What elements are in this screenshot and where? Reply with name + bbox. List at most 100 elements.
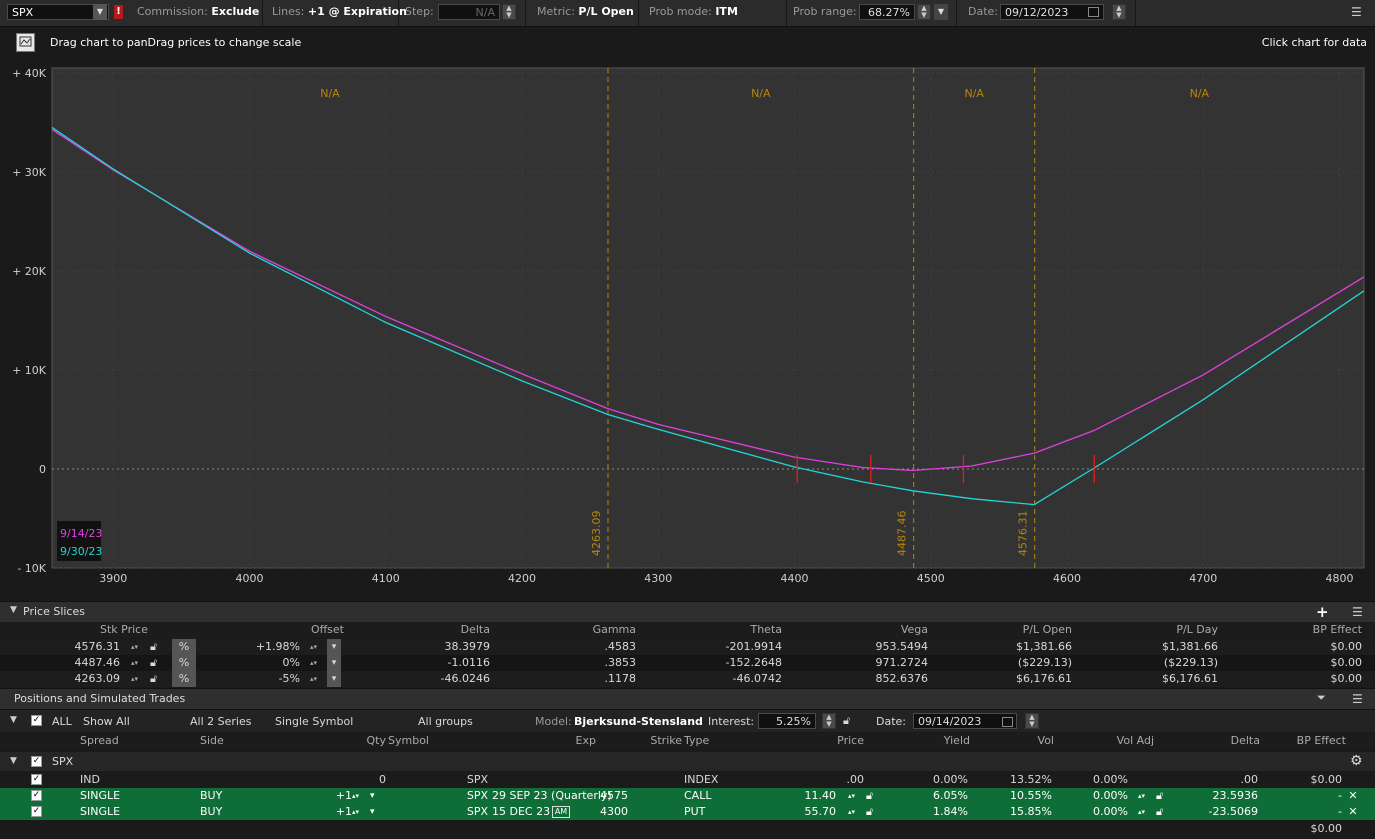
probrange-dropdown-icon[interactable]: ▼ — [934, 4, 948, 20]
step-spinner[interactable]: ▲ ▼ — [502, 4, 516, 20]
show-all-dropdown[interactable]: Show All — [83, 715, 130, 728]
sim-date-spinner[interactable]: ▲ ▼ — [1025, 713, 1039, 729]
position-checkbox[interactable]: ✓ — [31, 806, 42, 817]
position-strike[interactable] — [600, 772, 680, 788]
slice-lock-icon[interactable]: 🔓︎ — [150, 655, 162, 671]
slice-offset-dropdown[interactable]: ▾ — [327, 655, 341, 671]
slice-offset[interactable]: -5% — [200, 671, 300, 687]
position-type[interactable]: CALL — [684, 788, 764, 804]
voladj-spinner[interactable]: ▴▾ — [1138, 804, 1150, 820]
gear-icon[interactable]: ⚙ — [1350, 753, 1363, 769]
group-checkbox[interactable]: ✓ — [31, 756, 42, 767]
menu-icon[interactable]: ☰ — [1351, 6, 1363, 18]
position-spread[interactable]: IND — [80, 772, 196, 788]
column-header[interactable]: Vol Adj — [1056, 733, 1154, 749]
calendar-icon[interactable] — [1088, 7, 1099, 17]
position-price[interactable]: 55.70 — [768, 804, 837, 820]
position-price[interactable]: 11.40 — [768, 788, 837, 804]
collapse-all-icon[interactable]: ⏷ — [1317, 691, 1326, 705]
column-header[interactable]: Delta — [346, 622, 490, 638]
column-header[interactable]: Type — [684, 733, 766, 749]
chart-plot[interactable]: + 40K + 30K + 20K + 10K 0 - 10K 3900 4000 4100 42… — [0, 27, 1375, 600]
column-header[interactable]: Offset — [172, 622, 344, 638]
column-header[interactable]: Theta — [638, 622, 782, 638]
qty-dropdown[interactable]: ▾ — [370, 788, 382, 804]
collapse-icon[interactable]: ▼ — [10, 605, 17, 615]
series-dropdown[interactable]: All 2 Series — [190, 715, 251, 728]
price-lock-icon[interactable]: 🔓︎ — [866, 788, 880, 804]
column-header[interactable]: P/L Open — [930, 622, 1072, 638]
position-qty[interactable]: +1 — [282, 788, 352, 804]
slice-price-spinner[interactable]: ▴▾ — [131, 639, 143, 655]
column-header[interactable]: Qty — [282, 733, 386, 749]
remove-icon[interactable]: ✕ — [1346, 788, 1360, 804]
commission-selector[interactable]: Commission: Exclude — [130, 0, 263, 26]
sim-calendar-icon[interactable] — [1002, 717, 1013, 727]
group-expand-icon[interactable]: ▼ — [10, 756, 17, 766]
column-header[interactable]: Vega — [784, 622, 928, 638]
groups-dropdown[interactable]: All groups — [418, 715, 473, 728]
column-header[interactable]: Exp — [490, 733, 596, 749]
position-vol-adj[interactable]: 0.00% — [1056, 804, 1128, 820]
remove-icon[interactable]: ✕ — [1346, 804, 1360, 820]
voladj-lock-icon[interactable]: 🔓︎ — [1156, 804, 1170, 820]
position-price[interactable]: .00 — [768, 772, 865, 788]
slice-price[interactable]: 4263.09 — [0, 671, 121, 687]
symbol-dropdown-icon[interactable]: ▼ — [93, 4, 107, 20]
price-spinner[interactable]: ▴▾ — [848, 804, 860, 820]
slice-offset[interactable]: +1.98% — [200, 639, 300, 655]
position-exp[interactable] — [492, 772, 596, 788]
position-row[interactable]: ✓ IND 0 SPX INDEX .00 0.00% 13.52% 0.00% .00 $0.00 — [0, 772, 1375, 788]
slice-offset-dropdown[interactable]: ▾ — [327, 671, 341, 687]
probrange-spinner[interactable]: ▲ ▼ — [917, 4, 931, 20]
column-header[interactable]: Spread — [80, 733, 198, 749]
column-header[interactable]: Price — [768, 733, 864, 749]
interest-spinner[interactable]: ▲ ▼ — [822, 713, 836, 729]
column-header[interactable]: P/L Day — [1074, 622, 1218, 638]
metric-selector[interactable]: Metric: P/L Open — [528, 0, 639, 26]
price-spinner[interactable]: ▴▾ — [848, 788, 860, 804]
slice-price[interactable]: 4576.31 — [0, 639, 121, 655]
column-header[interactable]: Symbol — [388, 733, 488, 749]
position-side[interactable]: BUY — [200, 804, 278, 820]
slice-lock-icon[interactable]: 🔓︎ — [150, 639, 162, 655]
position-strike[interactable]: 4300 — [600, 804, 680, 820]
qty-spinner[interactable]: ▴▾ — [352, 788, 364, 804]
select-all-checkbox[interactable]: ✓ — [31, 715, 42, 726]
column-header[interactable]: Strike — [598, 733, 682, 749]
slice-percent-toggle[interactable]: % — [172, 639, 196, 655]
voladj-spinner[interactable]: ▴▾ — [1138, 788, 1150, 804]
position-spread[interactable]: SINGLE — [80, 788, 196, 804]
interest-input[interactable]: 5.25% — [758, 713, 816, 729]
model-dropdown[interactable]: Bjerksund-Stensland — [574, 715, 703, 728]
date-spinner[interactable]: ▲ ▼ — [1112, 4, 1126, 20]
slice-offset-spinner[interactable]: ▴▾ — [310, 639, 322, 655]
risk-profile-chart[interactable]: Drag chart to panDrag prices to change s… — [0, 27, 1375, 600]
voladj-lock-icon[interactable]: 🔓︎ — [1156, 788, 1170, 804]
slice-offset-spinner[interactable]: ▴▾ — [310, 655, 322, 671]
column-header[interactable]: BP Effect — [1262, 733, 1346, 749]
qty-spinner[interactable]: ▴▾ — [352, 804, 364, 820]
position-exp[interactable]: 15 DEC 23 — [492, 804, 596, 820]
slice-offset-dropdown[interactable]: ▾ — [327, 639, 341, 655]
position-spread[interactable]: SINGLE — [80, 804, 196, 820]
position-type[interactable]: PUT — [684, 804, 764, 820]
interest-lock-icon[interactable]: 🔓︎ — [843, 714, 850, 728]
slices-menu-icon[interactable]: ☰ — [1352, 605, 1363, 619]
position-type[interactable]: INDEX — [684, 772, 764, 788]
slice-price[interactable]: 4487.46 — [0, 655, 121, 671]
position-strike[interactable]: 4575 — [600, 788, 680, 804]
position-row[interactable]: ✓ SINGLE BUY +1 ▴▾ ▾ SPX 15 DEC 23 AM 4300 PUT 55.7… — [0, 804, 1375, 820]
qty-dropdown[interactable]: ▾ — [370, 804, 382, 820]
step-input[interactable]: N/A — [438, 4, 500, 20]
alert-badge[interactable]: ! — [114, 5, 123, 19]
position-side[interactable] — [200, 772, 278, 788]
slice-offset-spinner[interactable]: ▴▾ — [310, 671, 322, 687]
slice-price-spinner[interactable]: ▴▾ — [131, 655, 143, 671]
column-header[interactable]: Stk Price — [0, 622, 148, 638]
slice-price-spinner[interactable]: ▴▾ — [131, 671, 143, 687]
column-header[interactable]: BP Effect — [1220, 622, 1362, 638]
column-header[interactable]: Gamma — [492, 622, 636, 638]
positions-menu-icon[interactable]: ☰ — [1352, 692, 1363, 706]
position-exp[interactable]: 29 SEP 23 (Quarterly) — [492, 788, 612, 804]
